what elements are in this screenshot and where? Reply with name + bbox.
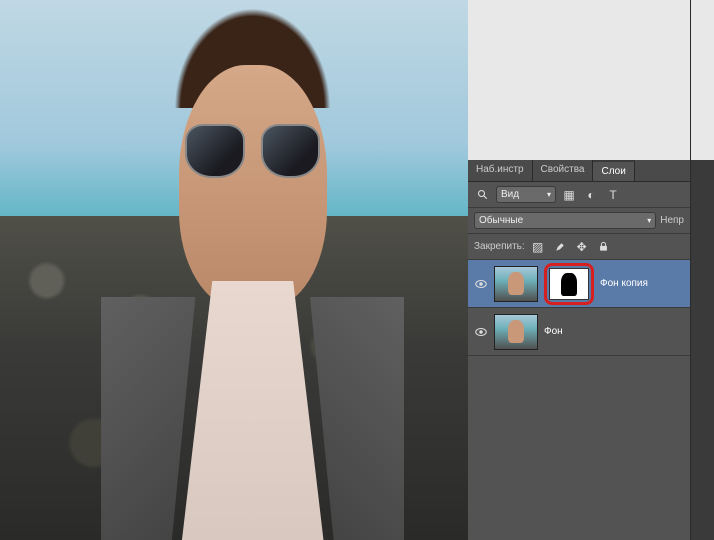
- panel-spacer: [468, 0, 690, 160]
- layer-mask-thumbnail[interactable]: [549, 268, 589, 300]
- tab-navigator[interactable]: Наб.инстр: [468, 160, 533, 181]
- layer-name-label: Фон копия: [600, 278, 648, 289]
- lock-all-icon[interactable]: [595, 238, 613, 256]
- app-window: Наб.инстр Свойства Слои Вид ▾ ▦ ◐ T Обыч…: [0, 0, 714, 540]
- canvas-subject: [84, 0, 421, 540]
- layer-thumbnail[interactable]: [494, 266, 538, 302]
- panel-dock: [690, 0, 714, 540]
- lock-row: Закрепить: ▨ ✥: [468, 234, 690, 260]
- tab-layers[interactable]: Слои: [593, 160, 634, 181]
- layer-name-label: Фон: [544, 326, 563, 337]
- tab-properties[interactable]: Свойства: [533, 160, 594, 181]
- filter-image-icon[interactable]: ▦: [560, 186, 578, 204]
- filter-adjust-icon[interactable]: ◐: [582, 186, 600, 204]
- chevron-down-icon: ▾: [547, 190, 551, 199]
- lock-label: Закрепить:: [474, 241, 525, 252]
- lock-brush-icon[interactable]: [551, 238, 569, 256]
- filter-kind-dropdown[interactable]: Вид ▾: [496, 186, 556, 203]
- layer-filter-row: Вид ▾ ▦ ◐ T: [468, 182, 690, 208]
- lock-position-icon[interactable]: ✥: [573, 238, 591, 256]
- visibility-toggle[interactable]: [474, 277, 488, 291]
- lock-transparent-icon[interactable]: ▨: [529, 238, 547, 256]
- layer-thumbnail[interactable]: [494, 314, 538, 350]
- layer-row[interactable]: Фон: [468, 308, 690, 356]
- filter-kind-label: Вид: [501, 189, 519, 200]
- blend-row: Обычные ▾ Непр: [468, 208, 690, 234]
- blend-mode-dropdown[interactable]: Обычные ▾: [474, 212, 656, 229]
- blend-mode-value: Обычные: [479, 215, 523, 226]
- opacity-label: Непр: [660, 215, 684, 226]
- layers-list: Фон копия Фон: [468, 260, 690, 356]
- filter-text-icon[interactable]: T: [604, 186, 622, 204]
- panels: Наб.инстр Свойства Слои Вид ▾ ▦ ◐ T Обыч…: [468, 0, 714, 540]
- panel-tabs: Наб.инстр Свойства Слои: [468, 160, 690, 182]
- chevron-down-icon: ▾: [647, 216, 651, 225]
- layer-mask-highlight: [544, 263, 594, 305]
- canvas-area[interactable]: [0, 0, 468, 540]
- search-icon[interactable]: [474, 186, 492, 204]
- layer-row[interactable]: Фон копия: [468, 260, 690, 308]
- visibility-toggle[interactable]: [474, 325, 488, 339]
- layers-panel: Наб.инстр Свойства Слои Вид ▾ ▦ ◐ T Обыч…: [468, 0, 690, 540]
- dock-spacer: [691, 0, 714, 160]
